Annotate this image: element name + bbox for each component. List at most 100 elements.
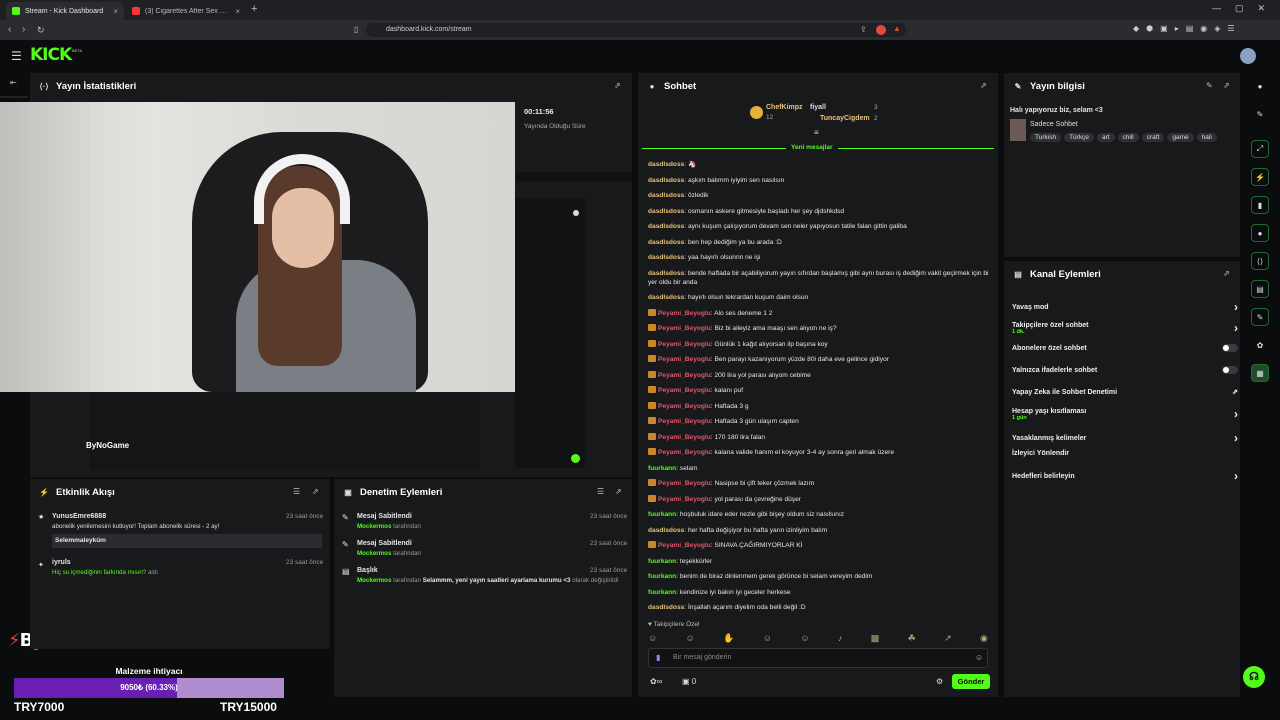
emote-icon[interactable]: ☺ xyxy=(648,633,657,644)
chat-username[interactable]: fuurkann xyxy=(648,589,676,596)
chat-username[interactable]: dasdlsdoss xyxy=(648,604,684,611)
expand-icon[interactable]: ⤢ xyxy=(1251,140,1269,158)
chevron-right-icon[interactable]: › xyxy=(1234,300,1238,314)
chat-username[interactable]: dasdlsdoss xyxy=(648,254,684,261)
support-chat-icon[interactable]: ☊ xyxy=(1243,666,1265,688)
channel-action-item[interactable]: Hedefleri belirleyin › xyxy=(1012,469,1238,483)
emote-icon[interactable]: ✋ xyxy=(723,633,734,644)
chat-username[interactable]: fuurkann xyxy=(648,558,676,565)
chat-settings-icon[interactable]: ⚙ xyxy=(936,677,943,686)
event-user[interactable]: iyruls xyxy=(52,559,71,566)
chat-username[interactable]: dasdlsdoss xyxy=(648,177,684,184)
channel-action-item[interactable]: İzleyici Yönlendir xyxy=(1012,450,1238,457)
chevron-right-icon[interactable]: › xyxy=(1234,431,1238,445)
tag-chip[interactable]: chill xyxy=(1117,133,1139,142)
edit-icon[interactable]: ✎ xyxy=(1206,81,1213,90)
emote-icon[interactable]: ☘ xyxy=(908,633,916,644)
close-tab-icon[interactable]: × xyxy=(113,7,118,16)
external-link-icon[interactable]: ⇗ xyxy=(1232,388,1238,396)
mod-user[interactable]: Mockermos xyxy=(357,523,391,530)
bookmark-icon[interactable]: ▯ xyxy=(354,24,358,36)
chat-username[interactable]: Peyami_Beyoglu xyxy=(658,341,711,348)
chat-username[interactable]: Peyami_Beyoglu xyxy=(658,372,711,379)
window-controls[interactable]: —▢✕ xyxy=(1212,3,1279,14)
tag-chip[interactable]: Turkish xyxy=(1030,133,1062,142)
info-icon[interactable]: ● xyxy=(1251,77,1269,95)
chevron-right-icon[interactable]: › xyxy=(1234,407,1238,421)
avatar[interactable] xyxy=(1240,48,1256,64)
tag-chip[interactable]: game xyxy=(1167,133,1194,142)
chat-username[interactable]: Peyami_Beyoglu xyxy=(658,449,711,456)
category-thumbnail[interactable] xyxy=(1010,119,1026,141)
pen-icon[interactable]: ✎ xyxy=(1251,105,1269,123)
brave-shield-icon[interactable] xyxy=(876,25,886,35)
mod-user[interactable]: Mockermos xyxy=(357,577,391,584)
filter-icon[interactable]: ☰ xyxy=(293,487,300,496)
chat-username[interactable]: dasdlsdoss xyxy=(648,192,684,199)
popout-icon[interactable]: ⇗ xyxy=(614,81,621,90)
new-tab-icon[interactable]: + xyxy=(251,3,257,15)
channel-action-item[interactable]: Takipçilere özel sohbet 1 dk. › xyxy=(1012,321,1238,335)
chat-username[interactable]: fuurkann xyxy=(648,465,676,472)
chat-input[interactable]: ▮ Bir mesaj gönderin ☺ xyxy=(648,648,988,668)
back-icon[interactable]: ‹ xyxy=(8,24,11,36)
event-user[interactable]: YunusEmre6888 xyxy=(52,513,106,520)
rewards-icon[interactable]: ▲ xyxy=(893,24,901,33)
channel-action-item[interactable]: Hesap yaşı kısıtlaması 1 gün › xyxy=(1012,407,1238,421)
send-button[interactable]: Gönder xyxy=(952,674,990,689)
menu-icon[interactable]: ☰ xyxy=(11,49,22,63)
forward-icon[interactable]: › xyxy=(22,24,25,36)
chat-username[interactable]: dasdlsdoss xyxy=(648,208,684,215)
emote-icon[interactable]: ↗ xyxy=(944,633,952,644)
tag-chip[interactable]: hali xyxy=(1196,133,1217,142)
toggle-switch[interactable] xyxy=(1222,344,1238,352)
channel-action-item[interactable]: Yalnızca ifadelerle sohbet xyxy=(1012,366,1238,374)
chat-username[interactable]: dasdlsdoss xyxy=(648,270,684,277)
lightning-icon[interactable]: ⚡ xyxy=(1251,168,1269,186)
list-icon[interactable]: ▤ xyxy=(1251,280,1269,298)
chat-username[interactable]: dasdlsdoss xyxy=(648,294,684,301)
chat-username[interactable]: dasdlsdoss xyxy=(648,161,684,168)
emote-icon[interactable]: ▩ xyxy=(871,633,880,644)
chat-username[interactable]: Peyami_Beyoglu xyxy=(658,310,711,317)
chat-username[interactable]: Peyami_Beyoglu xyxy=(658,403,711,410)
chat-username[interactable]: fuurkann xyxy=(648,511,676,518)
wrench-icon[interactable]: ✎ xyxy=(1251,308,1269,326)
emote-icon[interactable]: ☺ xyxy=(763,633,772,644)
chat-username[interactable]: dasdlsdoss xyxy=(648,527,684,534)
close-tab-icon[interactable]: × xyxy=(235,7,240,16)
channel-action-item[interactable]: Yapay Zeka ile Sohbet Denetimi ⇗ xyxy=(1012,388,1238,397)
chat-username[interactable]: Peyami_Beyoglu xyxy=(658,387,711,394)
stream-preview[interactable] xyxy=(0,102,515,392)
popout-icon[interactable]: ⇗ xyxy=(312,487,319,496)
chat-username[interactable]: Peyami_Beyoglu xyxy=(658,325,711,332)
mic-icon[interactable]: ▮ xyxy=(656,653,660,662)
chat-username[interactable]: dasdlsdoss xyxy=(648,239,684,246)
chevron-right-icon[interactable]: › xyxy=(1234,469,1238,483)
chat-username[interactable]: Peyami_Beyoglu xyxy=(658,480,711,487)
tag-chip[interactable]: art xyxy=(1096,133,1115,142)
url-field[interactable]: dashboard.kick.com/stream xyxy=(366,23,906,37)
emote-icon[interactable]: ☺ xyxy=(686,633,695,644)
chat-username[interactable]: Peyami_Beyoglu xyxy=(658,434,711,441)
filter-icon[interactable]: ☰ xyxy=(597,487,604,496)
document-icon[interactable]: ▮ xyxy=(1251,196,1269,214)
tab-kick-dashboard[interactable]: Stream - Kick Dashboard × xyxy=(6,2,124,20)
chat-username[interactable]: Peyami_Beyoglu xyxy=(658,542,711,549)
moderation-icon[interactable]: ▦ xyxy=(1251,364,1269,382)
channel-action-item[interactable]: Yasaklanmış kelimeler › xyxy=(1012,431,1238,445)
emote-icon[interactable]: ☺ xyxy=(800,633,809,644)
tag-chip[interactable]: Türkçe xyxy=(1064,133,1094,142)
chat-username[interactable]: Peyami_Beyoglu xyxy=(658,356,711,363)
chat-username[interactable]: dasdlsdoss xyxy=(648,223,684,230)
extension-icons[interactable]: ◆⬢▣▸▤◉◈☰ xyxy=(1133,24,1242,33)
channel-action-item[interactable]: Yavaş mod › xyxy=(1012,300,1238,314)
chat-icon[interactable]: ● xyxy=(1251,224,1269,242)
kick-logo[interactable]: KICK xyxy=(30,45,72,65)
reload-icon[interactable]: ↻ xyxy=(37,24,45,36)
tab-youtube[interactable]: (3) Cigarettes After Sex Late Nig × xyxy=(126,2,246,20)
channel-action-item[interactable]: Abonelere özel sohbet xyxy=(1012,344,1238,352)
chat-users-icon[interactable]: ✿∞ xyxy=(650,677,662,686)
popout-icon[interactable]: ⇗ xyxy=(615,487,622,496)
users-icon[interactable]: ✿ xyxy=(1251,336,1269,354)
